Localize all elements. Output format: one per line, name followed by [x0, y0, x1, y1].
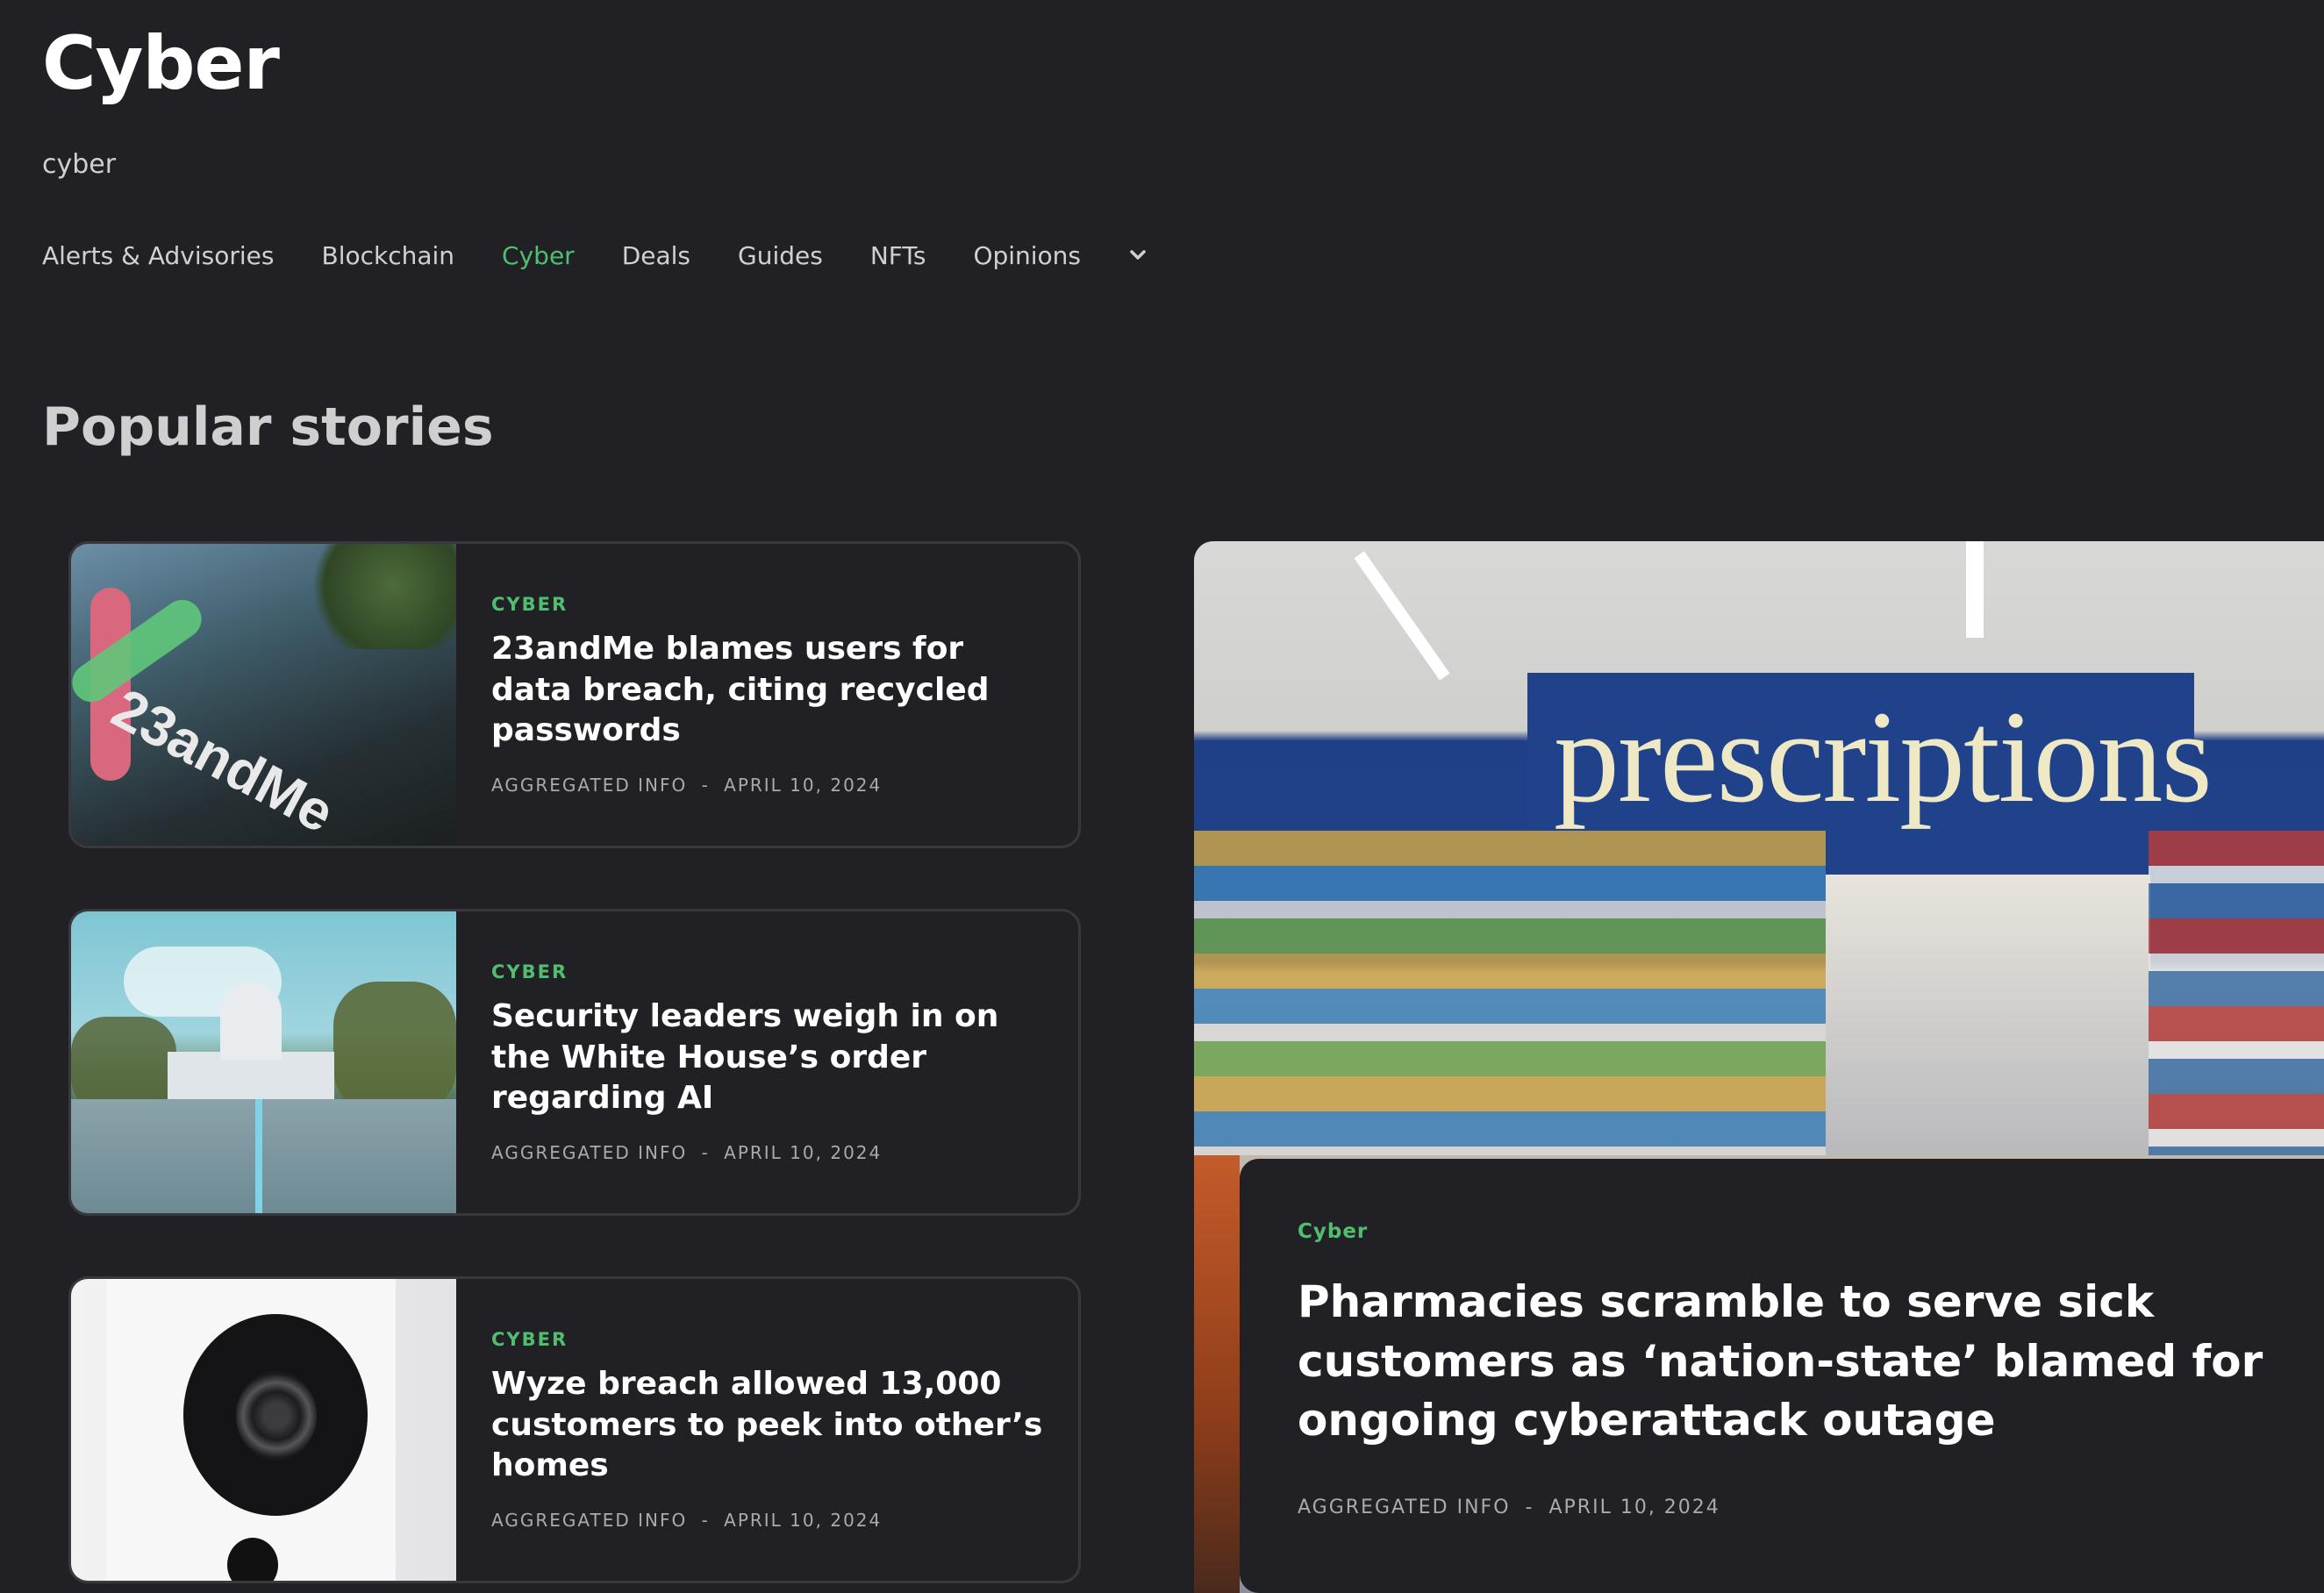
image-detail: [236, 1371, 317, 1461]
image-sign-text: prescriptions: [1554, 684, 2213, 830]
story-title[interactable]: Security leaders weigh in on the White H…: [491, 997, 1043, 1119]
section-title: Popular stories: [42, 396, 494, 458]
story-source: AGGREGATED INFO: [491, 1510, 688, 1532]
story-title[interactable]: Wyze breach allowed 13,000 customers to …: [491, 1364, 1043, 1487]
story-body: CYBER Wyze breach allowed 13,000 custome…: [456, 1279, 1078, 1581]
featured-date: APRIL 10, 2024: [1548, 1496, 1720, 1518]
featured-category[interactable]: Cyber: [1298, 1220, 2324, 1243]
story-source: AGGREGATED INFO: [491, 775, 688, 796]
meta-separator: -: [701, 1142, 710, 1164]
image-detail: 23andMe: [102, 675, 345, 846]
story-meta: AGGREGATED INFO - APRIL 10, 2024: [491, 1142, 1043, 1163]
story-body: CYBER 23andMe blames users for data brea…: [456, 544, 1078, 846]
featured-story[interactable]: prescriptions Cyber Pharmacies scramble …: [1194, 541, 2324, 1593]
image-detail: [220, 982, 282, 1061]
image-detail: [255, 1099, 262, 1213]
image-detail: [1826, 875, 2150, 1155]
image-detail: [298, 544, 456, 649]
nav-item-opinions[interactable]: Opinions: [973, 241, 1081, 270]
featured-title[interactable]: Pharmacies scramble to serve sick custom…: [1298, 1273, 2324, 1451]
meta-separator: -: [701, 775, 710, 796]
image-detail: [1354, 551, 1450, 681]
featured-source: AGGREGATED INFO: [1298, 1496, 1511, 1518]
story-body: CYBER Security leaders weigh in on the W…: [456, 911, 1078, 1213]
meta-separator: -: [701, 1510, 710, 1532]
page-subtitle: cyber: [42, 149, 117, 180]
story-source: AGGREGATED INFO: [491, 1142, 688, 1164]
story-thumbnail[interactable]: [71, 911, 456, 1213]
featured-meta: AGGREGATED INFO - APRIL 10, 2024: [1298, 1497, 2324, 1518]
image-detail: [1966, 541, 1984, 638]
image-detail: [1194, 831, 1826, 1155]
story-card[interactable]: CYBER Wyze breach allowed 13,000 custome…: [68, 1276, 1081, 1583]
story-date: APRIL 10, 2024: [724, 1142, 883, 1164]
story-category[interactable]: CYBER: [491, 1329, 1043, 1350]
featured-panel: Cyber Pharmacies scramble to serve sick …: [1240, 1159, 2324, 1593]
story-card[interactable]: CYBER Security leaders weigh in on the W…: [68, 909, 1081, 1216]
story-card[interactable]: 23andMe CYBER 23andMe blames users for d…: [68, 541, 1081, 848]
image-detail: [2149, 831, 2324, 1155]
nav-item-cyber[interactable]: Cyber: [502, 241, 575, 270]
nav-item-deals[interactable]: Deals: [622, 241, 690, 270]
nav-item-guides[interactable]: Guides: [738, 241, 823, 270]
nav-item-nfts[interactable]: NFTs: [870, 241, 926, 270]
story-date: APRIL 10, 2024: [724, 775, 883, 796]
category-nav: Alerts & Advisories Blockchain Cyber Dea…: [42, 240, 1153, 270]
image-detail: [71, 1099, 456, 1213]
meta-separator: -: [1525, 1496, 1534, 1518]
image-detail: [1194, 1155, 1240, 1593]
story-thumbnail[interactable]: 23andMe: [71, 544, 456, 846]
nav-item-alerts-advisories[interactable]: Alerts & Advisories: [42, 241, 274, 270]
nav-item-blockchain[interactable]: Blockchain: [321, 241, 454, 270]
chevron-down-icon: [1130, 250, 1146, 260]
story-meta: AGGREGATED INFO - APRIL 10, 2024: [491, 775, 1043, 796]
story-thumbnail[interactable]: [71, 1279, 456, 1581]
story-category[interactable]: CYBER: [491, 594, 1043, 615]
nav-more-button[interactable]: [1123, 240, 1153, 270]
page-title: Cyber: [42, 20, 280, 106]
image-detail: [333, 982, 456, 1113]
story-meta: AGGREGATED INFO - APRIL 10, 2024: [491, 1510, 1043, 1531]
story-category[interactable]: CYBER: [491, 961, 1043, 982]
story-date: APRIL 10, 2024: [724, 1510, 883, 1532]
story-title[interactable]: 23andMe blames users for data breach, ci…: [491, 629, 1043, 752]
